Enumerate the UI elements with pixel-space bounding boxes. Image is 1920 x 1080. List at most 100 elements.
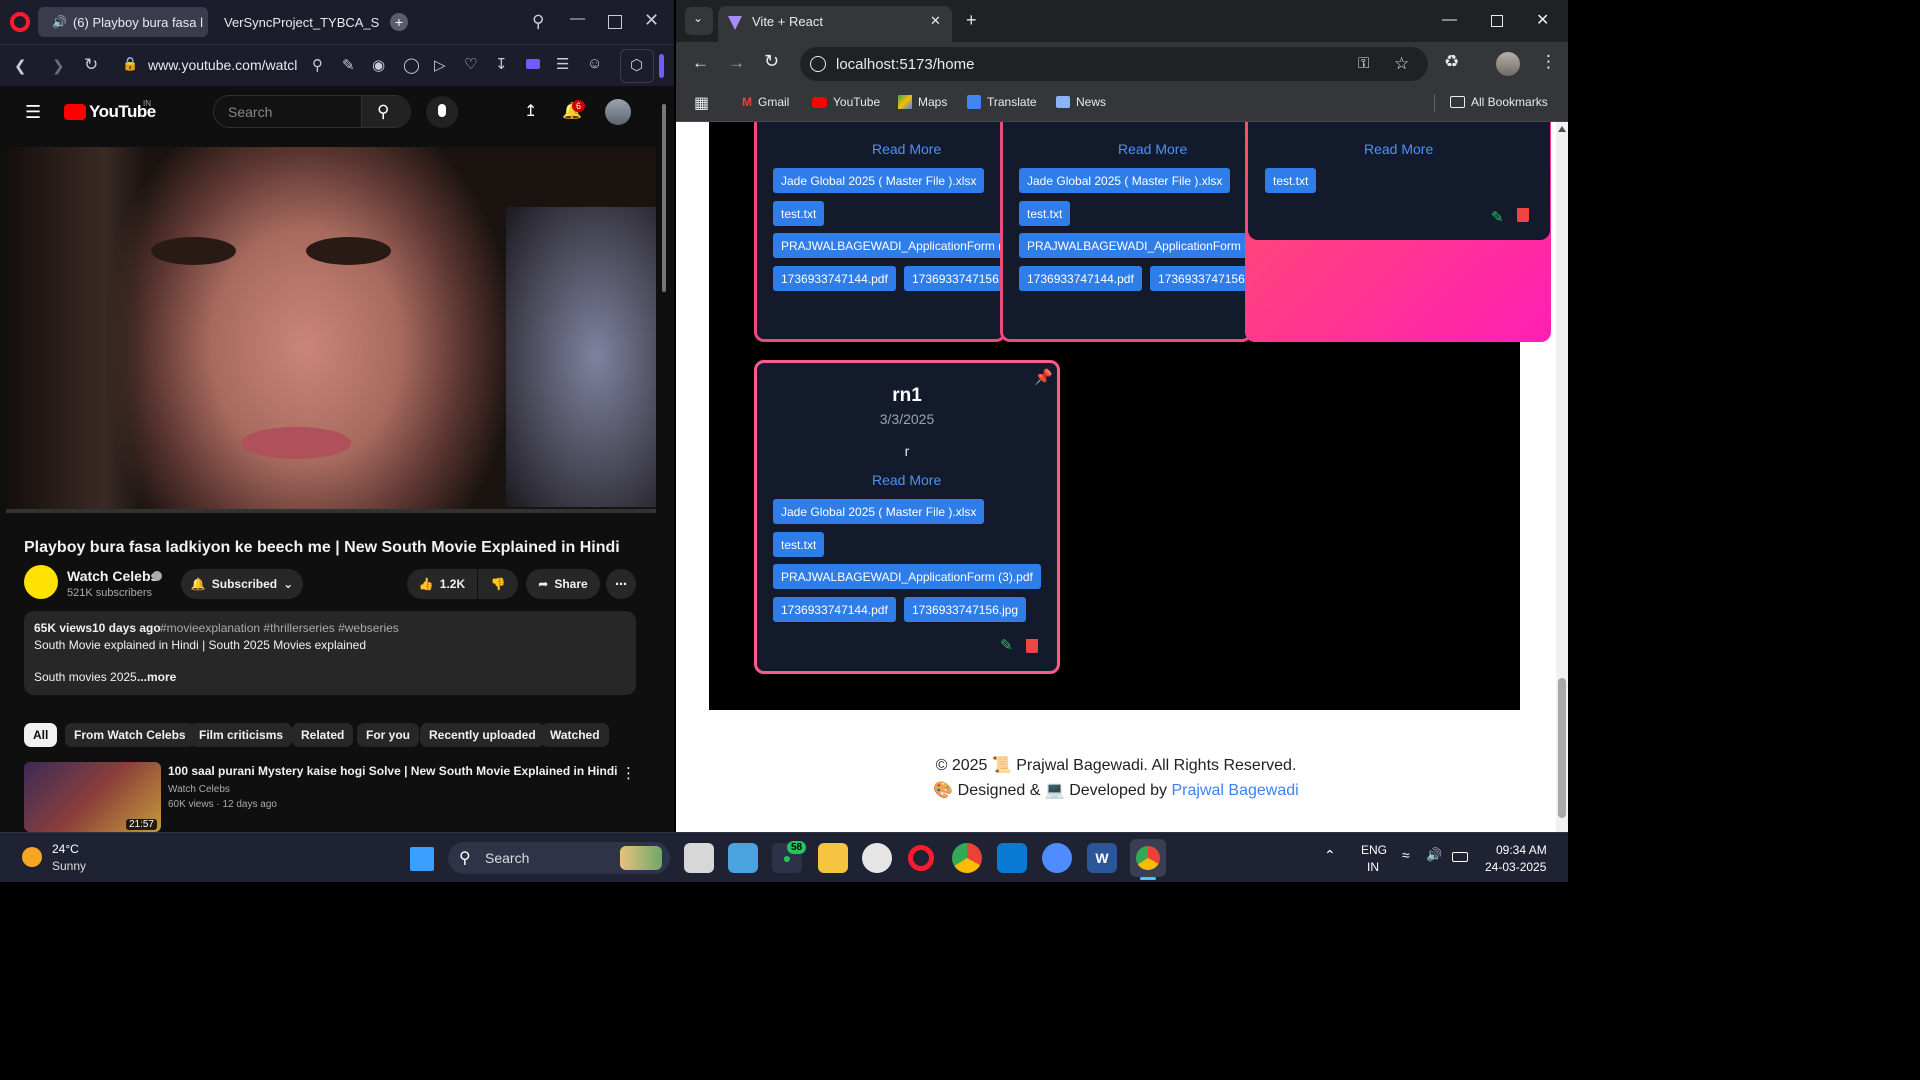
weather-temp[interactable]: 24°C [52,842,79,856]
close-tab-icon[interactable]: ✕ [930,13,941,29]
edit-icon[interactable]: ✎ [342,56,355,74]
search-tabs-icon[interactable]: ⚲ [532,12,544,32]
vscode-icon[interactable] [997,843,1027,873]
file-chip[interactable]: PRAJWALBAGEWADI_ApplicationForm (3 [1019,233,1249,258]
url-field[interactable]: www.youtube.com/watcl [148,57,297,73]
reload-icon[interactable]: ↻ [84,55,98,75]
description-box[interactable]: 65K views 10 days ago #movieexplanation … [24,611,636,695]
file-chip[interactable]: PRAJWALBAGEWADI_ApplicationForm (3).pdf [773,564,1041,589]
password-key-icon[interactable]: ⚿ [1358,55,1369,72]
share-button[interactable]: ➦ Share [526,569,600,599]
edit-icon[interactable]: ✎ [1491,208,1504,226]
extensions-icon[interactable]: ⬡ [630,56,643,74]
chip-recently-uploaded[interactable]: Recently uploaded [420,723,545,747]
camera-icon[interactable]: ◉ [372,56,385,74]
chip-all[interactable]: All [24,723,58,747]
file-chip[interactable]: 1736933747144.pdf [773,597,896,622]
recommended-title[interactable]: 100 saal purani Mystery kaise hogi Solve… [168,764,617,778]
read-more-link[interactable]: Read More [1364,141,1433,157]
send-icon[interactable]: ▷ [434,56,446,74]
menu-icon[interactable]: ☰ [25,102,41,123]
delete-icon[interactable] [1026,639,1038,653]
video-progress-bar[interactable] [6,509,656,513]
bookmark-youtube[interactable]: YouTube [812,95,880,109]
file-chip[interactable]: 1736933747144.pdf [773,266,896,291]
recommended-channel[interactable]: Watch Celebs [168,784,230,795]
page-scrollbar[interactable] [1556,122,1568,832]
close-icon[interactable]: ✕ [644,10,659,31]
note-card[interactable]: Read More test.txt ✎ [1248,122,1550,240]
extensions-icon[interactable]: ♻ [1444,52,1459,72]
channel-avatar[interactable] [24,565,58,599]
clock-date[interactable]: 24-03-2025 [1485,860,1546,874]
all-bookmarks[interactable]: All Bookmarks [1450,95,1548,109]
back-icon[interactable]: ← [692,53,709,73]
file-chip[interactable]: test.txt [773,201,825,226]
profile-icon[interactable]: ☺ [587,55,602,72]
omnibox[interactable]: localhost:5173/home ⚿ ☆ [800,47,1428,81]
word-icon[interactable]: W [1087,843,1117,873]
apps-grid-icon[interactable]: ▦ [694,93,709,113]
chip-for-you[interactable]: For you [357,723,419,747]
read-more-link[interactable]: Read More [872,472,941,488]
reload-icon[interactable]: ↻ [764,51,779,72]
file-chip[interactable]: 1736933747144.pdf [1019,266,1142,291]
opera-logo-icon[interactable] [10,12,30,32]
chip-related[interactable]: Related [292,723,354,747]
close-icon[interactable]: ✕ [1536,10,1549,30]
language-bottom[interactable]: IN [1367,860,1379,874]
minimize-icon[interactable]: — [570,10,585,27]
file-chip[interactable]: Jade Global 2025 ( Master File ).xlsx [1019,168,1231,193]
file-chip[interactable]: Jade Global 2025 ( Master File ).xlsx [773,499,985,524]
scrollbar-thumb[interactable] [1558,678,1566,818]
language-top[interactable]: ENG [1361,843,1387,857]
dislike-button[interactable]: 👎 [478,569,518,599]
scroll-up-icon[interactable] [1558,126,1566,132]
show-more-link[interactable]: ...more [137,670,176,684]
delete-icon[interactable] [1517,208,1529,222]
more-actions-button[interactable]: ⋯ [606,569,636,599]
back-icon[interactable]: ❮ [14,57,27,75]
new-tab-icon[interactable]: + [966,10,977,31]
edit-icon[interactable]: ✎ [1000,636,1013,654]
opera-icon[interactable] [908,845,934,871]
android-studio-icon[interactable] [1042,843,1072,873]
file-chip[interactable]: PRAJWALBAGEWADI_ApplicationForm (3 [773,233,1003,258]
download-icon[interactable]: ↧ [495,55,508,73]
taskbar-search[interactable]: ⚲ Search [448,842,670,874]
profile-avatar[interactable] [1496,52,1520,76]
avatar[interactable] [605,99,631,125]
upload-icon[interactable]: ↥ [524,101,537,121]
chrome-icon[interactable] [952,843,982,873]
chip-watched[interactable]: Watched [541,723,609,747]
wifi-icon[interactable]: ≈ [1402,847,1410,863]
notepad-icon[interactable] [728,843,758,873]
recommended-thumbnail[interactable]: 21:57 [24,762,161,832]
start-icon[interactable] [410,847,434,871]
bookmark-gmail[interactable]: M Gmail [742,95,789,109]
file-chip[interactable]: 1736933747156. [1150,266,1249,291]
search-input[interactable]: Search [228,104,272,120]
forward-icon[interactable]: → [728,53,745,73]
file-chip[interactable]: Jade Global 2025 ( Master File ).xlsx [773,168,985,193]
volume-icon[interactable]: 🔊 [1426,847,1442,863]
read-more-link[interactable]: Read More [1118,141,1187,157]
channel-name[interactable]: Watch Celebs [67,568,158,584]
note-card[interactable]: Read More Jade Global 2025 ( Master File… [754,122,1006,342]
tab-github[interactable]: VerSyncProject_TYBCA_SE [210,7,380,37]
clock-time[interactable]: 09:34 AM [1496,843,1547,857]
youtube-logo-icon[interactable] [64,104,86,120]
easy-setup-icon[interactable]: ☰ [556,55,569,73]
bookmark-maps[interactable]: Maps [898,95,947,109]
file-explorer-icon[interactable] [818,843,848,873]
chevron-up-icon[interactable]: ⌃ [1324,847,1336,864]
search-page-icon[interactable]: ⚲ [312,56,323,74]
bookmark-news[interactable]: News [1056,95,1106,109]
note-card-rn1[interactable]: 📌 rn1 3/3/2025 r Read More Jade Global 2… [754,360,1060,674]
read-more-link[interactable]: Read More [872,141,941,157]
like-button[interactable]: 👍 1.2K [407,569,477,599]
search-box[interactable]: Search ⚲ [213,95,411,128]
video-player[interactable] [6,147,656,513]
url-field[interactable]: localhost:5173/home [836,56,974,73]
vpn-icon[interactable] [526,59,540,69]
